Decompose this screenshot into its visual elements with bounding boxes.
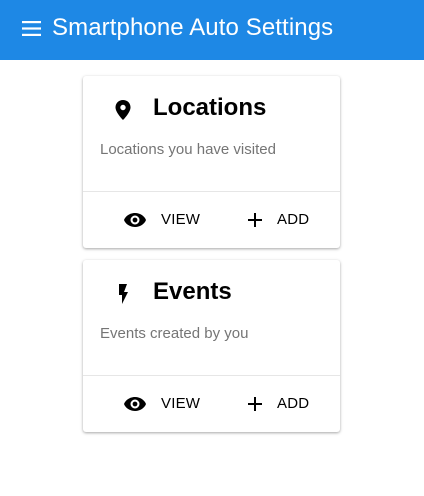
events-card: Events Events created by you VIEW ADD (83, 260, 340, 432)
location-pin-icon (113, 98, 133, 122)
add-location-button[interactable]: ADD (243, 202, 309, 238)
add-event-button[interactable]: ADD (243, 386, 309, 422)
add-label: ADD (277, 395, 310, 412)
card-divider (83, 375, 340, 376)
card-subtitle: Events created by you (100, 325, 249, 342)
view-events-button[interactable]: VIEW (123, 386, 200, 422)
add-label: ADD (277, 211, 310, 228)
card-subtitle: Locations you have visited (100, 141, 276, 158)
card-title: Locations (153, 94, 267, 121)
card-divider (83, 191, 340, 192)
card-title: Events (153, 278, 232, 305)
view-locations-button[interactable]: VIEW (123, 202, 200, 238)
view-label: VIEW (161, 395, 201, 412)
app-title: Smartphone Auto Settings (52, 14, 334, 41)
lightning-bolt-icon (113, 282, 133, 306)
app-bar: Smartphone Auto Settings (0, 0, 424, 60)
plus-icon (243, 392, 267, 416)
menu-icon[interactable] (22, 21, 41, 36)
plus-icon (243, 208, 267, 232)
eye-icon (123, 208, 147, 232)
locations-card: Locations Locations you have visited VIE… (83, 76, 340, 248)
eye-icon (123, 392, 147, 416)
view-label: VIEW (161, 211, 201, 228)
